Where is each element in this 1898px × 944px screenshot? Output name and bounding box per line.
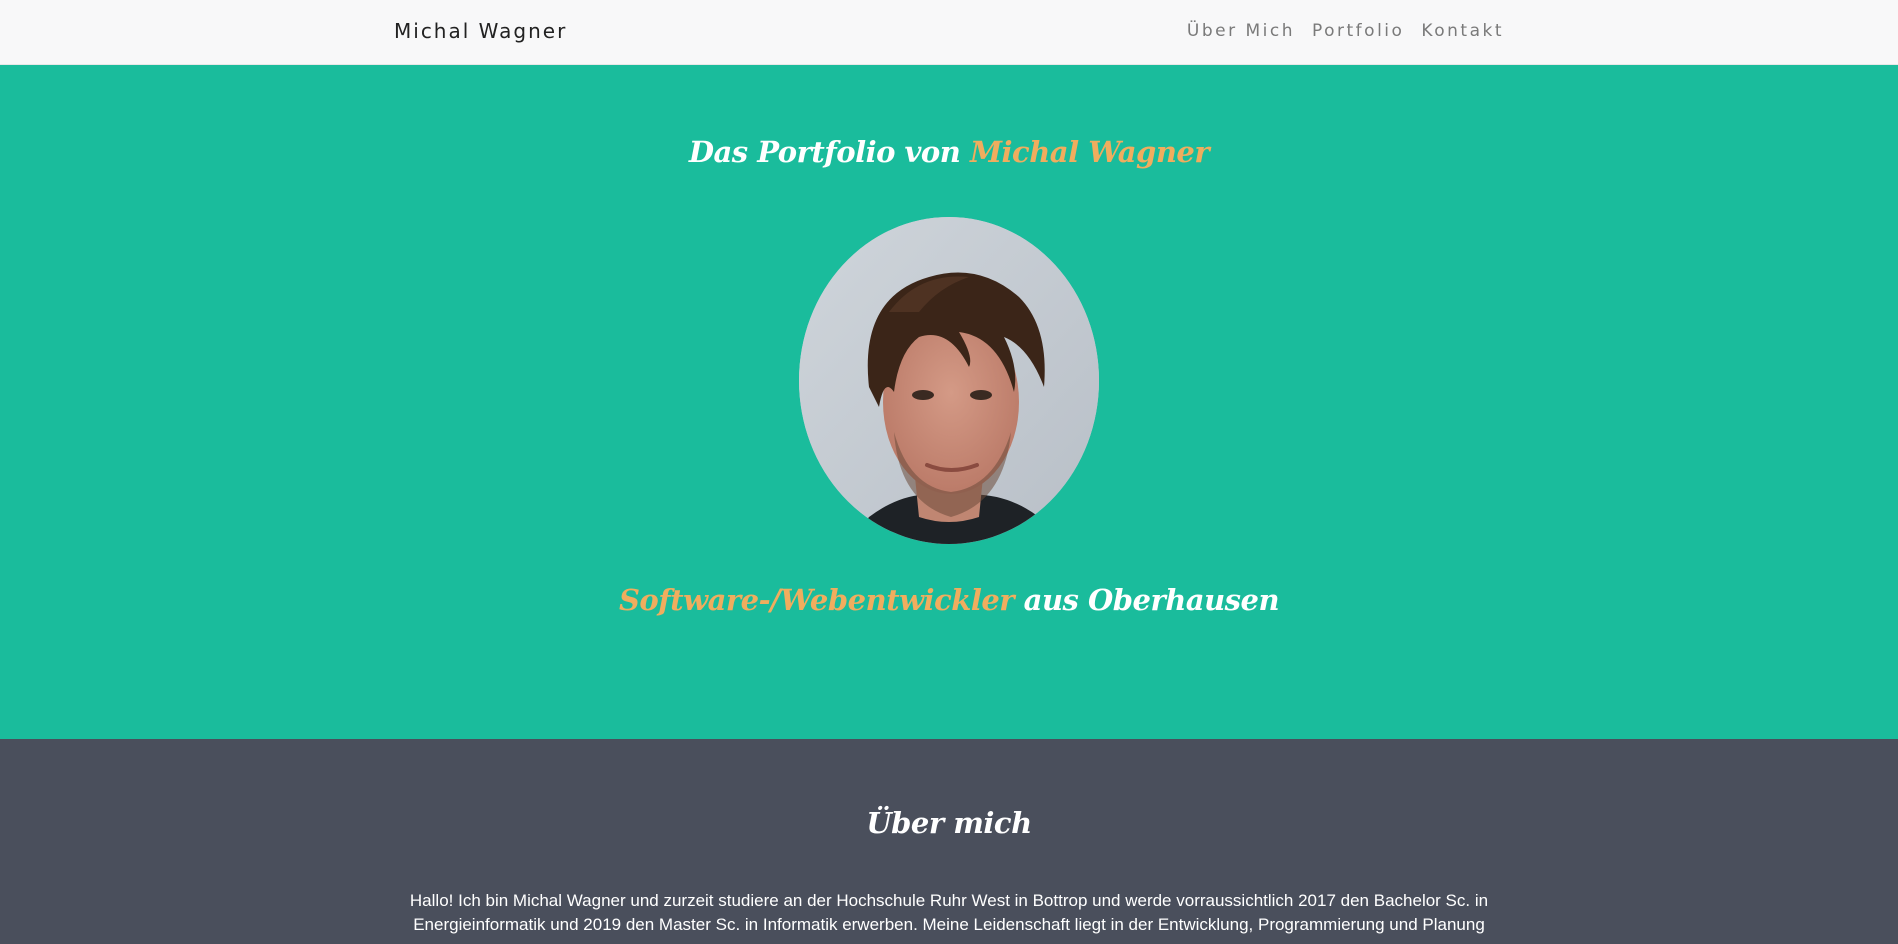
nav-link-portfolio[interactable]: Portfolio (1312, 21, 1404, 41)
hero-subtitle-role: Software-/Webentwickler (618, 583, 1015, 617)
profile-photo (799, 217, 1099, 544)
hero-title-name: Michal Wagner (969, 135, 1210, 169)
about-text: Hallo! Ich bin Michal Wagner und zurzeit… (409, 891, 1489, 934)
nav-link-ueber-mich[interactable]: Über Mich (1187, 21, 1295, 41)
nav-link-kontakt[interactable]: Kontakt (1421, 21, 1504, 41)
hero-title-prefix: Das Portfolio von (688, 135, 970, 169)
hero-title: Das Portfolio von Michal Wagner (0, 135, 1898, 169)
brand-link[interactable]: Michal Wagner (394, 19, 567, 43)
about-title: Über mich (866, 806, 1032, 840)
hero-subtitle: Software-/Webentwickler aus Oberhausen (0, 583, 1898, 617)
hero-subtitle-location: aus Oberhausen (1014, 583, 1280, 617)
about-section: Über mich Hallo! Ich bin Michal Wagner u… (0, 739, 1898, 944)
navbar: Michal Wagner Über Mich Portfolio Kontak… (0, 0, 1898, 65)
hero-section: Das Portfolio von Michal Wagner Software… (0, 65, 1898, 739)
nav-links: Über Mich Portfolio Kontakt (1187, 21, 1504, 41)
